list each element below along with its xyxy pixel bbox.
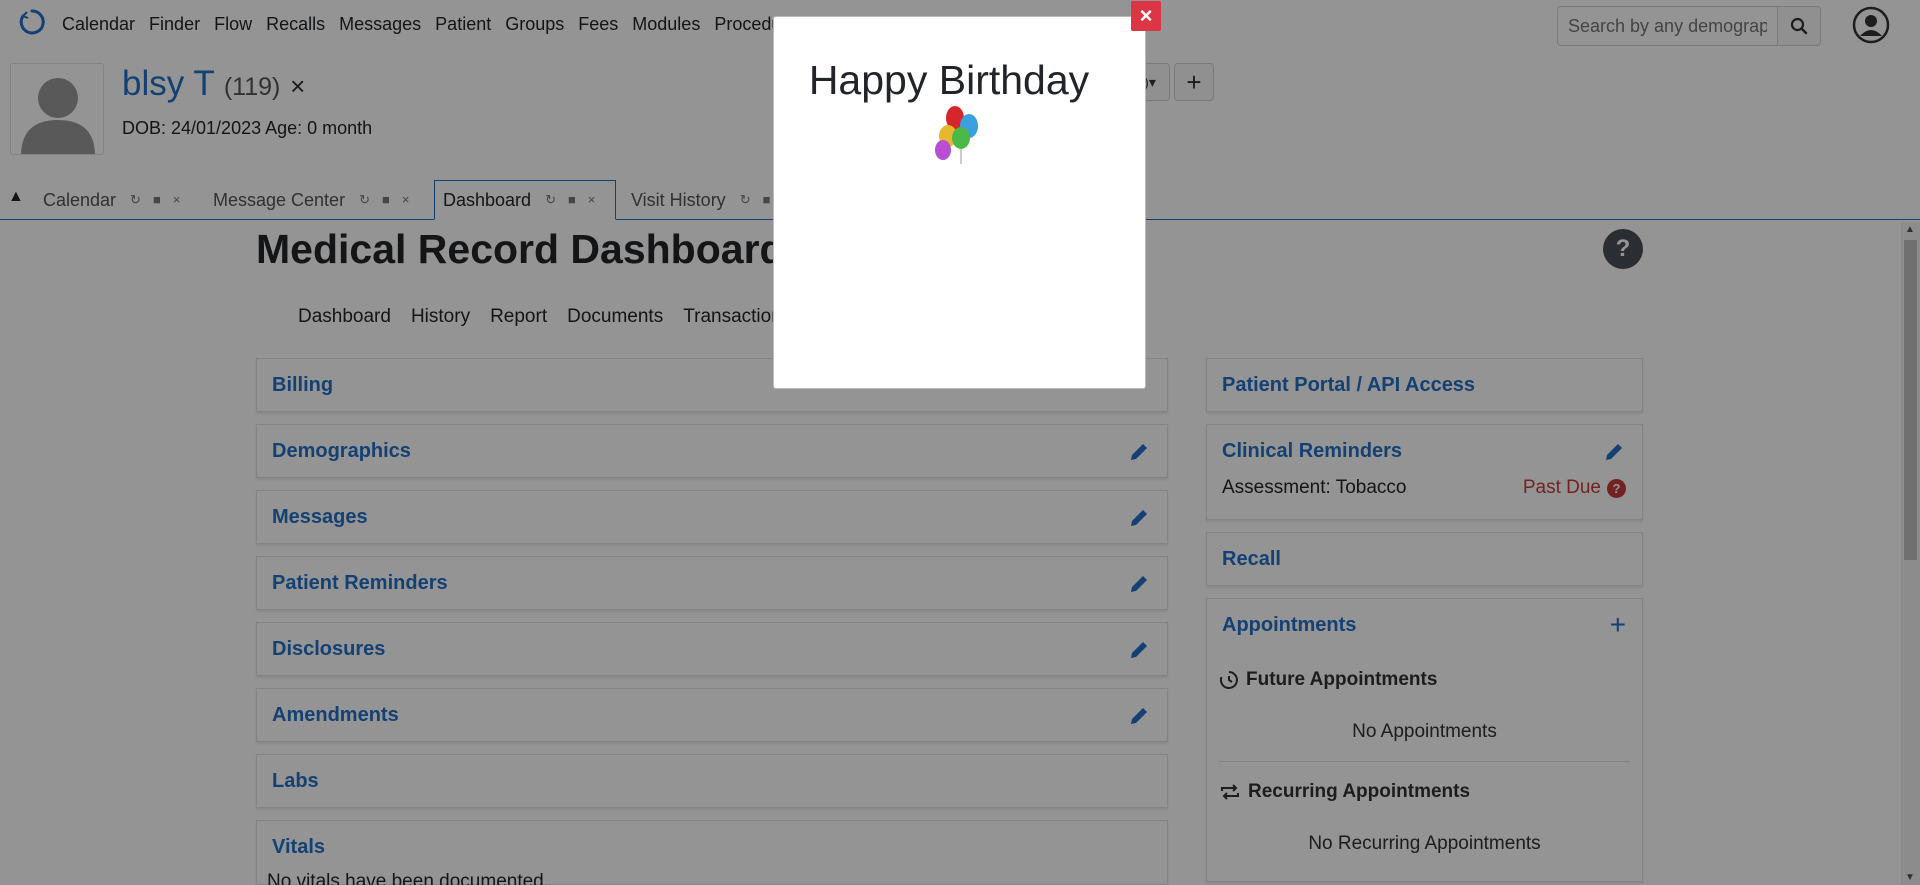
modal-title: Happy Birthday bbox=[808, 57, 1090, 103]
balloons-icon bbox=[935, 106, 978, 164]
close-modal-button[interactable]: × bbox=[1131, 1, 1161, 31]
birthday-modal: Happy Birthday bbox=[773, 16, 1146, 389]
